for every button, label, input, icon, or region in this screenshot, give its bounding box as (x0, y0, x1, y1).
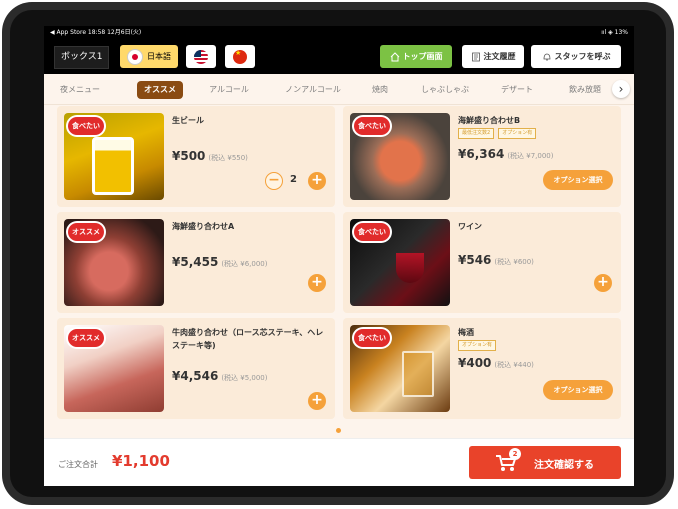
item-price-value: ¥400 (458, 356, 492, 370)
seafood-a-image: オススメ (64, 219, 164, 306)
item-price-value: ¥6,364 (458, 147, 505, 161)
plus-icon[interactable]: + (594, 274, 612, 292)
total-value: ¥1,100 (112, 452, 170, 470)
beef-image: オススメ (64, 325, 164, 412)
home-icon (390, 51, 399, 61)
tab-night-menu[interactable]: 夜メニュー (56, 81, 104, 99)
item-price-tax: (税込 ¥5,000) (221, 374, 268, 382)
menu-card-beef[interactable]: オススメ 牛肉盛り合わせ（ロース芯ステーキ、ヘレステーキ等) ¥4,546 (税込… (57, 318, 335, 419)
recommend-badge: 食べたい (354, 223, 390, 241)
us-flag-icon (194, 49, 208, 64)
japan-flag-icon (127, 48, 143, 65)
plus-icon[interactable]: + (308, 392, 326, 410)
menu-card-umeshu[interactable]: 食べたい 梅酒 オプション有 ¥400 (税込 ¥440) オプション選択 (343, 318, 621, 419)
plus-icon[interactable]: + (308, 172, 326, 190)
tag-options: オプション有 (498, 128, 537, 139)
tab-recommended[interactable]: オススメ (137, 81, 183, 99)
tab-alcohol[interactable]: アルコール (204, 81, 254, 99)
call-staff-button[interactable]: スタッフを呼ぶ (531, 45, 621, 68)
item-price-value: ¥546 (458, 253, 492, 267)
item-price-value: ¥5,455 (172, 255, 219, 269)
tag-min-order: 最低注文数2 (458, 128, 495, 139)
item-name: 牛肉盛り合わせ（ロース芯ステーキ、ヘレステーキ等) (172, 328, 324, 350)
umeshu-image: 食べたい (350, 325, 450, 412)
document-icon (471, 52, 480, 61)
cart-count-badge: 2 (509, 448, 521, 460)
bell-icon (543, 53, 550, 60)
total-label: ご注文合計 (58, 460, 98, 469)
seafood-b-image: 食べたい (350, 113, 450, 200)
umeshu-glass-shape (402, 351, 434, 397)
item-tags: 最低注文数2 オプション有 (458, 128, 537, 139)
option-select-button[interactable]: オプション選択 (543, 170, 613, 190)
item-price-tax: (税込 ¥7,000) (507, 152, 554, 160)
top-toolbar: ボックス1 日本語 トップ画面 注文履歴 (44, 40, 634, 74)
item-name: ワイン (458, 222, 482, 231)
minus-icon[interactable]: − (265, 172, 283, 190)
item-name: 海鮮盛り合わせB (458, 116, 521, 125)
language-japanese-label: 日本語 (147, 52, 171, 61)
tab-yakiniku[interactable]: 焼肉 (367, 81, 393, 99)
recommend-badge: 食べたい (354, 117, 390, 135)
chevron-right-icon[interactable]: › (612, 80, 630, 98)
item-name: 梅酒 (458, 328, 474, 337)
tab-shabu-shabu[interactable]: しゃぶしゃぶ (416, 81, 474, 99)
item-price-value: ¥500 (172, 149, 206, 163)
item-quantity: 2 (290, 174, 297, 185)
item-price-tax: (税込 ¥6,000) (221, 260, 268, 268)
item-price: ¥5,455 (税込 ¥6,000) (172, 255, 268, 269)
order-history-button[interactable]: 注文履歴 (462, 45, 524, 68)
status-battery: ııl ◈ 13% (601, 29, 628, 36)
footer-bar: ご注文合計 ¥1,100 2 注文確認する (44, 438, 634, 486)
tab-dessert[interactable]: デザート (496, 81, 538, 99)
item-name: 海鮮盛り合わせA (172, 222, 235, 231)
item-tags: オプション有 (458, 340, 497, 351)
box-label: ボックス1 (54, 46, 110, 69)
item-price: ¥500 (税込 ¥550) (172, 149, 248, 163)
item-price-tax: (税込 ¥440) (494, 361, 534, 369)
item-price: ¥6,364 (税込 ¥7,000) (458, 147, 554, 161)
status-time: ◀ App Store 18:58 12月6日(火) (50, 29, 142, 36)
menu-card-beer[interactable]: 食べたい 生ビール ¥500 (税込 ¥550) − 2 + (57, 106, 335, 207)
beer-mug-shape (92, 137, 134, 195)
item-name: 生ビール (172, 116, 204, 125)
page-indicator (336, 428, 341, 433)
call-staff-label: スタッフを呼ぶ (554, 52, 611, 61)
language-japanese-button[interactable]: 日本語 (120, 45, 178, 68)
item-price: ¥546 (税込 ¥600) (458, 253, 534, 267)
order-history-label: 注文履歴 (483, 52, 516, 61)
top-screen-button[interactable]: トップ画面 (380, 45, 452, 68)
tab-non-alcohol[interactable]: ノンアルコール (280, 81, 346, 99)
wine-glass-shape (396, 253, 424, 283)
language-chinese-button[interactable] (225, 45, 255, 68)
app-screen: ◀ App Store 18:58 12月6日(火) ııl ◈ 13% ボック… (44, 26, 634, 486)
confirm-order-button[interactable]: 2 注文確認する (469, 446, 621, 479)
category-tabs: 夜メニュー オススメ アルコール ノンアルコール 焼肉 しゃぶしゃぶ デザート … (44, 74, 634, 105)
wine-image: 食べたい (350, 219, 450, 306)
menu-card-seafood-b[interactable]: 食べたい 海鮮盛り合わせB 最低注文数2 オプション有 ¥6,364 (税込 ¥7… (343, 106, 621, 207)
recommend-badge: オススメ (68, 329, 104, 347)
item-price-tax: (税込 ¥550) (208, 154, 248, 162)
item-price: ¥4,546 (税込 ¥5,000) (172, 369, 268, 383)
menu-card-seafood-a[interactable]: オススメ 海鮮盛り合わせA ¥5,455 (税込 ¥6,000) + (57, 212, 335, 313)
tag-options: オプション有 (458, 340, 497, 351)
confirm-order-label: 注文確認する (534, 460, 594, 471)
menu-card-wine[interactable]: 食べたい ワイン ¥546 (税込 ¥600) + (343, 212, 621, 313)
tab-all-you-can-drink[interactable]: 飲み放題 (562, 81, 608, 99)
recommend-badge: オススメ (68, 223, 104, 241)
option-select-button[interactable]: オプション選択 (543, 380, 613, 400)
item-price-value: ¥4,546 (172, 369, 219, 383)
china-flag-icon (233, 49, 247, 64)
item-price: ¥400 (税込 ¥440) (458, 356, 534, 370)
beer-image: 食べたい (64, 113, 164, 200)
top-screen-label: トップ画面 (402, 52, 443, 61)
language-english-button[interactable] (186, 45, 216, 68)
recommend-badge: 食べたい (354, 329, 390, 347)
plus-icon[interactable]: + (308, 274, 326, 292)
status-bar: ◀ App Store 18:58 12月6日(火) ııl ◈ 13% (44, 26, 634, 40)
item-price-tax: (税込 ¥600) (494, 258, 534, 266)
recommend-badge: 食べたい (68, 117, 104, 135)
